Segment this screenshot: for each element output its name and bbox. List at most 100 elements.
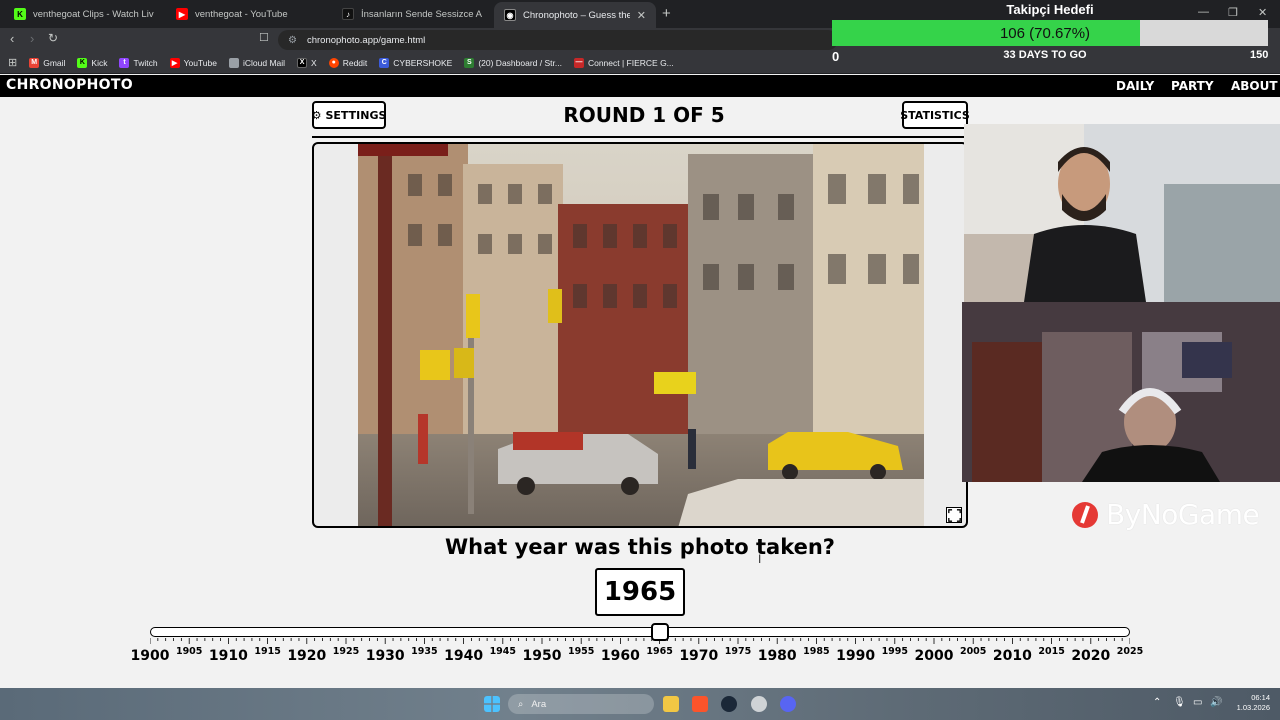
bookmark-twitch[interactable]: t Twitch bbox=[119, 57, 158, 68]
bookmark-icloud[interactable]: iCloud Mail bbox=[228, 57, 286, 68]
bynogame-brand: ByNoGame bbox=[1070, 498, 1260, 531]
bookmark-label: CYBERSHOKE bbox=[393, 57, 453, 68]
bookmark-fierce[interactable]: — Connect | FIERCE G... bbox=[573, 57, 674, 68]
browser-tab-chronophoto[interactable]: ◉ Chronophoto – Guess the Year of ✕ bbox=[494, 2, 656, 28]
follower-goal-days: 33 DAYS TO GO bbox=[1003, 49, 1087, 61]
title-divider bbox=[312, 136, 968, 138]
bynogame-logo-icon bbox=[1072, 501, 1098, 528]
file-explorer-icon[interactable] bbox=[663, 696, 679, 712]
network-icon[interactable]: ▭ bbox=[1193, 697, 1202, 708]
address-bar[interactable]: ⚙ chronophoto.app/game.html bbox=[278, 30, 838, 50]
text-cursor-icon: I bbox=[758, 552, 762, 566]
follower-goal-title: Takipçi Hedefi bbox=[1006, 2, 1094, 17]
obs-icon[interactable] bbox=[751, 696, 767, 712]
cybershoke-icon: C bbox=[379, 57, 390, 68]
slider-label-1930: 1930 bbox=[365, 648, 405, 664]
site-logo[interactable]: CHRONOPHOTO bbox=[6, 77, 133, 93]
browser-tab-kick[interactable]: K venthegoat Clips - Watch Live on Kick bbox=[4, 3, 164, 25]
brave-browser-icon[interactable] bbox=[692, 696, 708, 712]
slider-label-1990: 1990 bbox=[836, 648, 876, 664]
bookmark-x[interactable]: XX bbox=[297, 57, 317, 68]
browser-tab-tiktok[interactable]: ♪ İnsanların Sende Sessizce Alkışladığı bbox=[332, 3, 492, 25]
bookmark-dashboard[interactable]: S (20) Dashboard / Str... bbox=[464, 57, 562, 68]
bookmark-label: Reddit bbox=[342, 57, 368, 68]
statistics-label: STATISTICS bbox=[900, 108, 970, 122]
slider-label-1950: 1950 bbox=[522, 648, 562, 664]
system-clock[interactable]: 06:14 1.03.2026 bbox=[1226, 693, 1270, 713]
follower-goal-text: 106 (70.67%) bbox=[999, 24, 1091, 42]
follower-goal-max: 150 bbox=[1250, 49, 1269, 61]
site-header: CHRONOPHOTO DAILY PARTY ABOUT bbox=[0, 75, 1280, 97]
webcam-bottom-feed bbox=[962, 302, 1280, 482]
slider-label-1905: 1905 bbox=[175, 646, 203, 657]
youtube-icon: ▶ bbox=[176, 8, 188, 20]
slider-label-2015: 2015 bbox=[1038, 646, 1065, 657]
selected-year-display: 1965 bbox=[595, 568, 685, 616]
maximize-icon[interactable]: ❐ bbox=[1228, 6, 1238, 19]
taskbar-search[interactable]: ⌕ Ara bbox=[508, 694, 654, 714]
slider-label-2000: 2000 bbox=[914, 648, 954, 664]
year-slider-track[interactable] bbox=[150, 627, 1130, 637]
nav-daily[interactable]: DAILY bbox=[1116, 79, 1154, 93]
bookmark-label: X bbox=[311, 57, 317, 68]
slider-label-1900: 1900 bbox=[130, 648, 170, 664]
site-info-icon[interactable]: ⚙ bbox=[288, 35, 297, 46]
steam-icon[interactable] bbox=[721, 696, 737, 712]
minimize-icon[interactable]: — bbox=[1198, 6, 1209, 18]
slider-label-1960: 1960 bbox=[600, 648, 640, 664]
fullscreen-icon[interactable] bbox=[946, 507, 962, 523]
follower-goal-bar: 106 (70.67%) bbox=[832, 20, 1268, 46]
bookmark-icon[interactable]: ☐ bbox=[259, 31, 269, 44]
tray-expand-icon[interactable]: ⌃ bbox=[1153, 697, 1161, 708]
slider-label-1985: 1985 bbox=[803, 646, 830, 657]
bookmark-label: Twitch bbox=[133, 57, 158, 68]
bookmark-youtube[interactable]: ▶ YouTube bbox=[169, 57, 217, 68]
windows-start-icon[interactable] bbox=[484, 696, 500, 712]
bookmark-kick[interactable]: K Kick bbox=[77, 57, 108, 68]
street-photo bbox=[358, 144, 924, 526]
tiktok-icon: ♪ bbox=[342, 8, 354, 20]
slider-label-1955: 1955 bbox=[567, 646, 595, 657]
taskbar-search-label: Ara bbox=[531, 698, 547, 710]
bookmark-cybershoke[interactable]: C CYBERSHOKE bbox=[379, 57, 453, 68]
nav-party[interactable]: PARTY bbox=[1171, 79, 1214, 93]
reload-icon[interactable]: ↻ bbox=[48, 31, 58, 45]
new-tab-icon[interactable]: + bbox=[662, 5, 671, 22]
url-text: chronophoto.app/game.html bbox=[306, 34, 426, 46]
discord-icon[interactable] bbox=[780, 696, 796, 712]
youtube-icon: ▶ bbox=[169, 57, 180, 68]
apps-grid-icon[interactable]: ⊞ bbox=[8, 56, 17, 69]
bookmark-reddit[interactable]: ● Reddit bbox=[328, 57, 368, 68]
forward-icon[interactable]: › bbox=[30, 31, 34, 46]
bookmark-label: iCloud Mail bbox=[242, 57, 286, 68]
nav-about[interactable]: ABOUT bbox=[1231, 79, 1278, 93]
round-title: ROUND 1 OF 5 bbox=[563, 103, 725, 127]
slider-label-2020: 2020 bbox=[1071, 648, 1111, 664]
settings-button[interactable]: ⚙ SETTINGS bbox=[312, 101, 386, 129]
slider-label-1920: 1920 bbox=[287, 648, 327, 664]
kick-icon: K bbox=[77, 57, 88, 68]
bookmark-label: YouTube bbox=[183, 57, 217, 68]
close-tab-icon[interactable]: ✕ bbox=[637, 9, 646, 22]
os-taskbar: ⌕ Ara ⌃ 🎙 ▭ 🔊 06:14 1.03.2026 bbox=[0, 688, 1280, 720]
close-window-icon[interactable]: ✕ bbox=[1258, 6, 1267, 19]
slider-label-1925: 1925 bbox=[332, 646, 360, 657]
slider-label-2010: 2010 bbox=[992, 648, 1032, 664]
tab-title: İnsanların Sende Sessizce Alkışladığı bbox=[361, 8, 482, 20]
browser-tab-youtube[interactable]: ▶ venthegoat - YouTube bbox=[166, 3, 330, 25]
camera-icon: ◉ bbox=[504, 9, 516, 21]
year-slider-thumb[interactable] bbox=[650, 623, 669, 641]
statistics-button[interactable]: STATISTICS bbox=[900, 101, 970, 129]
dashboard-icon: S bbox=[464, 57, 475, 68]
volume-icon[interactable]: 🔊 bbox=[1210, 697, 1222, 708]
bookmark-label: Kick bbox=[91, 57, 108, 68]
bookmark-gmail[interactable]: M Gmail bbox=[29, 57, 66, 68]
slider-label-1940: 1940 bbox=[444, 648, 484, 664]
microphone-icon[interactable]: 🎙 bbox=[1173, 697, 1186, 708]
back-icon[interactable]: ‹ bbox=[10, 31, 14, 46]
webcam-top bbox=[964, 124, 1280, 302]
slider-label-2005: 2005 bbox=[959, 646, 987, 657]
slider-label-1975: 1975 bbox=[724, 646, 752, 657]
bookmark-label: Gmail bbox=[43, 57, 66, 68]
tab-title: venthegoat - YouTube bbox=[195, 8, 288, 20]
